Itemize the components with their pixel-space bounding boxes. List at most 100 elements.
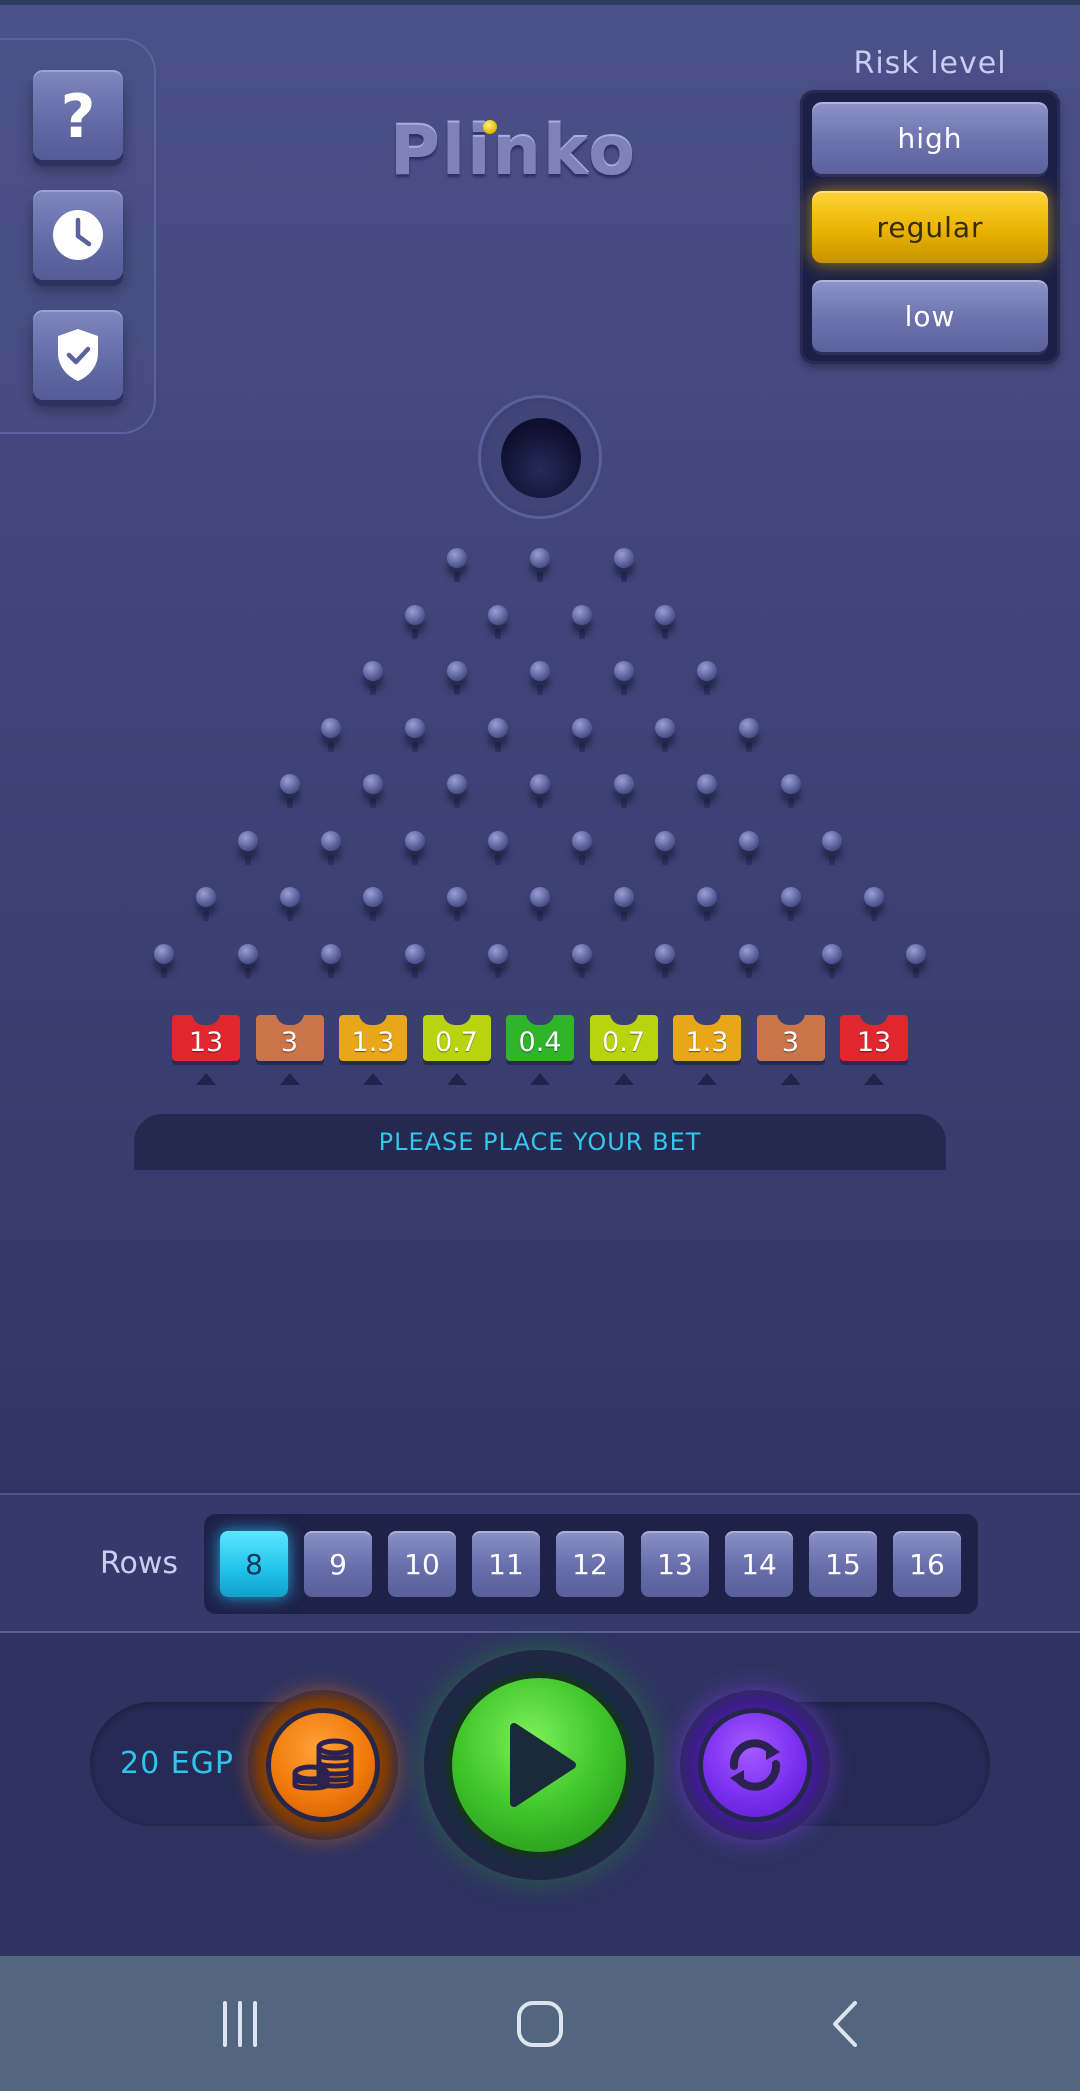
- multiplier-bucket: 0.7: [589, 1013, 658, 1061]
- peg-stem: [453, 685, 460, 695]
- multiplier-bucket: 13: [172, 1013, 240, 1061]
- peg-stem: [411, 967, 418, 978]
- peg-stem: [662, 854, 669, 865]
- peg: [905, 943, 926, 964]
- rows-option-15[interactable]: 15: [809, 1531, 877, 1597]
- peg-stem: [495, 967, 502, 978]
- peg-stem: [495, 741, 502, 752]
- recents-icon: [223, 2000, 257, 2047]
- peg: [446, 774, 467, 794]
- question-icon: ?: [61, 85, 96, 145]
- fairness-button[interactable]: [33, 310, 123, 400]
- peg: [571, 604, 592, 625]
- peg-stem: [578, 967, 585, 978]
- peg: [530, 548, 550, 568]
- peg: [404, 830, 425, 851]
- peg: [321, 717, 342, 738]
- peg-stem: [328, 854, 335, 865]
- peg: [697, 661, 717, 681]
- rows-option-14[interactable]: 14: [725, 1531, 793, 1597]
- shield-check-icon: [58, 329, 98, 381]
- peg: [738, 830, 759, 851]
- coins-icon: [292, 1738, 354, 1791]
- risk-regular-button[interactable]: regular: [812, 191, 1048, 263]
- peg: [321, 830, 342, 851]
- peg: [488, 830, 509, 851]
- autoplay-button[interactable]: [698, 1708, 812, 1822]
- peg: [446, 887, 467, 907]
- back-button[interactable]: [805, 1956, 885, 2091]
- peg: [613, 887, 634, 907]
- peg-stem: [203, 911, 209, 921]
- top-edge: [0, 0, 1080, 5]
- peg-stem: [787, 798, 794, 808]
- peg-stem: [161, 967, 168, 978]
- multiplier-bucket: 1.3: [339, 1013, 407, 1061]
- peg: [655, 830, 676, 851]
- rows-option-11[interactable]: 11: [472, 1531, 540, 1597]
- bucket-pointer: [446, 1073, 467, 1085]
- multiplier-bucket: 13: [840, 1013, 908, 1061]
- home-icon: [517, 2000, 563, 2047]
- peg: [530, 887, 550, 907]
- multiplier-bucket: 1.3: [673, 1013, 741, 1061]
- peg: [613, 548, 634, 568]
- recents-button[interactable]: [200, 1956, 280, 2091]
- peg: [279, 774, 300, 794]
- peg-stem: [453, 798, 460, 808]
- risk-low-button[interactable]: low: [812, 280, 1048, 352]
- rows-option-10[interactable]: 10: [388, 1531, 456, 1597]
- home-button[interactable]: [500, 1956, 580, 2091]
- peg: [613, 774, 634, 794]
- peg-stem: [453, 911, 460, 921]
- svg-text:?: ?: [61, 85, 96, 145]
- rows-label: Rows: [100, 1546, 179, 1581]
- peg-stem: [537, 911, 543, 921]
- peg: [571, 830, 592, 851]
- bucket-pointer: [530, 1073, 550, 1085]
- bucket-pointer: [279, 1073, 300, 1085]
- bet-button[interactable]: [266, 1708, 380, 1822]
- peg-stem: [411, 741, 418, 752]
- refresh-icon: [729, 1739, 781, 1791]
- peg: [446, 661, 467, 681]
- peg-stem: [704, 685, 710, 695]
- peg-stem: [453, 572, 460, 582]
- peg-stem: [620, 911, 627, 921]
- peg-stem: [244, 854, 251, 865]
- peg: [655, 604, 676, 625]
- peg-stem: [745, 741, 752, 752]
- peg: [530, 661, 550, 681]
- help-button[interactable]: ?: [33, 70, 123, 160]
- history-button[interactable]: [33, 190, 123, 280]
- peg-stem: [829, 854, 836, 865]
- rows-option-13[interactable]: 13: [641, 1531, 709, 1597]
- peg-stem: [411, 628, 418, 639]
- clock-icon: [53, 210, 103, 260]
- rows-option-8[interactable]: 8: [220, 1531, 288, 1597]
- peg: [279, 887, 300, 907]
- peg-stem: [620, 685, 627, 695]
- rows-option-16[interactable]: 16: [893, 1531, 961, 1597]
- peg-stem: [244, 967, 251, 978]
- peg: [404, 717, 425, 738]
- multiplier-bucket: 3: [255, 1013, 324, 1061]
- rows-option-9[interactable]: 9: [304, 1531, 372, 1597]
- play-button[interactable]: [446, 1672, 632, 1858]
- peg-stem: [662, 628, 669, 639]
- peg-stem: [578, 628, 585, 639]
- peg-stem: [704, 911, 710, 921]
- peg: [154, 943, 175, 964]
- peg: [655, 717, 676, 738]
- peg-stem: [370, 685, 376, 695]
- peg: [446, 548, 467, 568]
- peg-stem: [787, 911, 794, 921]
- status-message: PLEASE PLACE YOUR BET: [134, 1114, 946, 1170]
- rows-option-12[interactable]: 12: [556, 1531, 624, 1597]
- peg: [404, 943, 425, 964]
- risk-high-button[interactable]: high: [812, 102, 1048, 174]
- peg-stem: [328, 741, 335, 752]
- peg: [697, 887, 717, 907]
- peg: [780, 887, 801, 907]
- multiplier-bucket: 3: [756, 1013, 825, 1061]
